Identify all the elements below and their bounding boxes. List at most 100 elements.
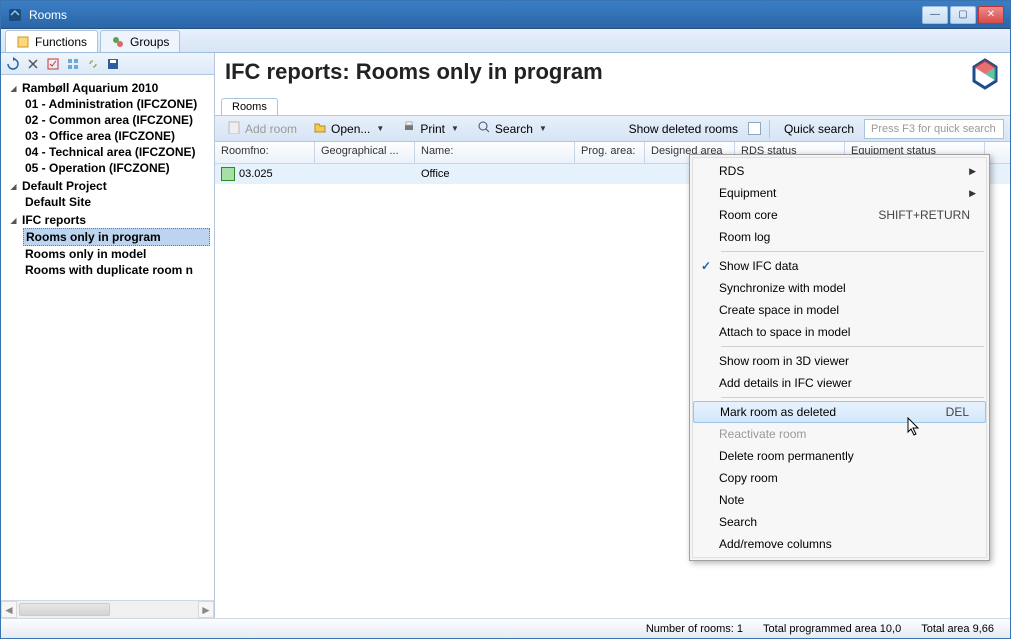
tree-item-zone[interactable]: 03 - Office area (IFCZONE) [23,128,210,144]
menu-item[interactable]: Room coreSHIFT+RETURN [693,204,986,226]
room-icon [221,167,235,181]
show-deleted-checkbox[interactable] [748,122,761,135]
button-label: Add room [245,122,297,136]
tab-label: Rooms [232,101,267,113]
open-icon [313,120,327,137]
expander-icon[interactable]: ◢ [9,216,18,225]
menu-item[interactable]: Show room in 3D viewer [693,350,986,372]
menu-separator [721,397,984,398]
tree-item-project[interactable]: ◢ Rambøll Aquarium 2010 [7,80,210,96]
column-header[interactable]: Roomfno: [215,142,315,163]
open-button[interactable]: Open... ▼ [307,118,392,139]
main-panel: IFC reports: Rooms only in program Rooms… [215,53,1010,618]
refresh-icon[interactable] [5,56,21,72]
link-icon[interactable] [85,56,101,72]
menu-item[interactable]: Copy room [693,467,986,489]
scroll-right-icon[interactable]: ► [198,601,214,618]
dropdown-icon[interactable]: ▼ [449,124,461,133]
tab-label: Groups [130,35,169,49]
sidebar-toolbar [1,53,214,75]
menu-item[interactable]: Delete room permanently [693,445,986,467]
dropdown-icon[interactable]: ▼ [537,124,549,133]
tree-item-rooms-only-model[interactable]: Rooms only in model [23,246,210,262]
tab-rooms[interactable]: Rooms [221,98,278,115]
search-button[interactable]: Search ▼ [471,118,555,139]
tree-item-project[interactable]: ◢ Default Project [7,178,210,194]
add-room-button[interactable]: Add room [221,118,303,139]
check-icon: ✓ [701,259,711,273]
window-title: Rooms [29,8,922,22]
quick-search-label: Quick search [778,122,860,136]
status-room-count: Number of rooms: 1 [636,623,753,635]
menu-item[interactable]: Add details in IFC viewer [693,372,986,394]
scrollbar-thumb[interactable] [19,603,110,616]
tab-functions[interactable]: Functions [5,30,98,52]
menu-item[interactable]: Attach to space in model [693,321,986,343]
tree-view[interactable]: ◢ Rambøll Aquarium 2010 01 - Administrat… [1,75,214,600]
menu-accelerator: SHIFT+RETURN [878,208,978,222]
tab-groups[interactable]: Groups [100,30,180,52]
expander-icon[interactable]: ◢ [9,84,18,93]
save-icon[interactable] [105,56,121,72]
menu-item: Reactivate room [693,423,986,445]
menu-item[interactable]: Equipment▶ [693,182,986,204]
close-button[interactable]: ✕ [978,6,1004,24]
scrollbar-track[interactable] [17,601,198,618]
menu-item-label: Synchronize with model [719,281,978,295]
submenu-arrow-icon: ▶ [969,188,978,199]
tree-item-zone[interactable]: 01 - Administration (IFCZONE) [23,96,210,112]
menu-item-label: Equipment [719,186,969,200]
tree-item-rooms-duplicate[interactable]: Rooms with duplicate room n [23,262,210,278]
column-header[interactable]: Prog. area: [575,142,645,163]
groups-icon [111,35,125,49]
column-header[interactable]: Geographical ... [315,142,415,163]
cell-value [315,172,415,176]
brand-icon [968,57,1002,94]
tree-item-zone[interactable]: 05 - Operation (IFCZONE) [23,160,210,176]
menu-item[interactable]: Create space in model [693,299,986,321]
toolbar-separator [769,120,770,138]
tree-item-zone[interactable]: 04 - Technical area (IFCZONE) [23,144,210,160]
search-icon [477,120,491,137]
quick-search-input[interactable]: Press F3 for quick search [864,119,1004,139]
menu-item[interactable]: Add/remove columns [693,533,986,555]
tree-item-rooms-only-program[interactable]: Rooms only in program [23,228,210,246]
page-title: IFC reports: Rooms only in program [215,53,613,93]
menu-item[interactable]: ✓ Show IFC data [693,255,986,277]
menu-separator [721,346,984,347]
status-total-area: Total area 9,66 [911,623,1004,635]
scroll-left-icon[interactable]: ◄ [1,601,17,618]
menu-item-label: Search [719,515,978,529]
check-icon[interactable] [45,56,61,72]
menu-item[interactable]: Mark room as deletedDEL [693,401,986,423]
button-label: Open... [331,122,370,136]
tile-icon[interactable] [65,56,81,72]
cut-icon[interactable] [25,56,41,72]
placeholder-text: Press F3 for quick search [871,123,996,135]
expander-icon[interactable]: ◢ [9,182,18,191]
context-menu: RDS▶Equipment▶Room coreSHIFT+RETURNRoom … [689,154,990,561]
tree-item-ifc-reports[interactable]: ◢ IFC reports [7,212,210,228]
menu-item-label: Show IFC data [719,259,978,273]
menu-item-label: Note [719,493,978,507]
minimize-button[interactable]: — [922,6,948,24]
column-header[interactable]: Name: [415,142,575,163]
sidebar: ◢ Rambøll Aquarium 2010 01 - Administrat… [1,53,215,618]
tree-item-zone[interactable]: 02 - Common area (IFCZONE) [23,112,210,128]
cell-value: 03.025 [239,168,273,180]
menu-accelerator: DEL [946,405,977,419]
menu-item-label: Mark room as deleted [720,405,946,419]
show-deleted-label: Show deleted rooms [623,122,744,136]
tree-item-site[interactable]: Default Site [23,194,210,210]
print-button[interactable]: Print ▼ [396,118,467,139]
menu-item[interactable]: Note [693,489,986,511]
maximize-button[interactable]: ▢ [950,6,976,24]
dropdown-icon[interactable]: ▼ [374,124,386,133]
menu-item[interactable]: RDS▶ [693,160,986,182]
menu-item[interactable]: Search [693,511,986,533]
add-icon [227,120,241,137]
menu-item[interactable]: Synchronize with model [693,277,986,299]
sidebar-hscrollbar[interactable]: ◄ ► [1,600,214,618]
main-toolbar: Add room Open... ▼ Print ▼ Search ▼ Show… [215,116,1010,142]
menu-item[interactable]: Room log [693,226,986,248]
